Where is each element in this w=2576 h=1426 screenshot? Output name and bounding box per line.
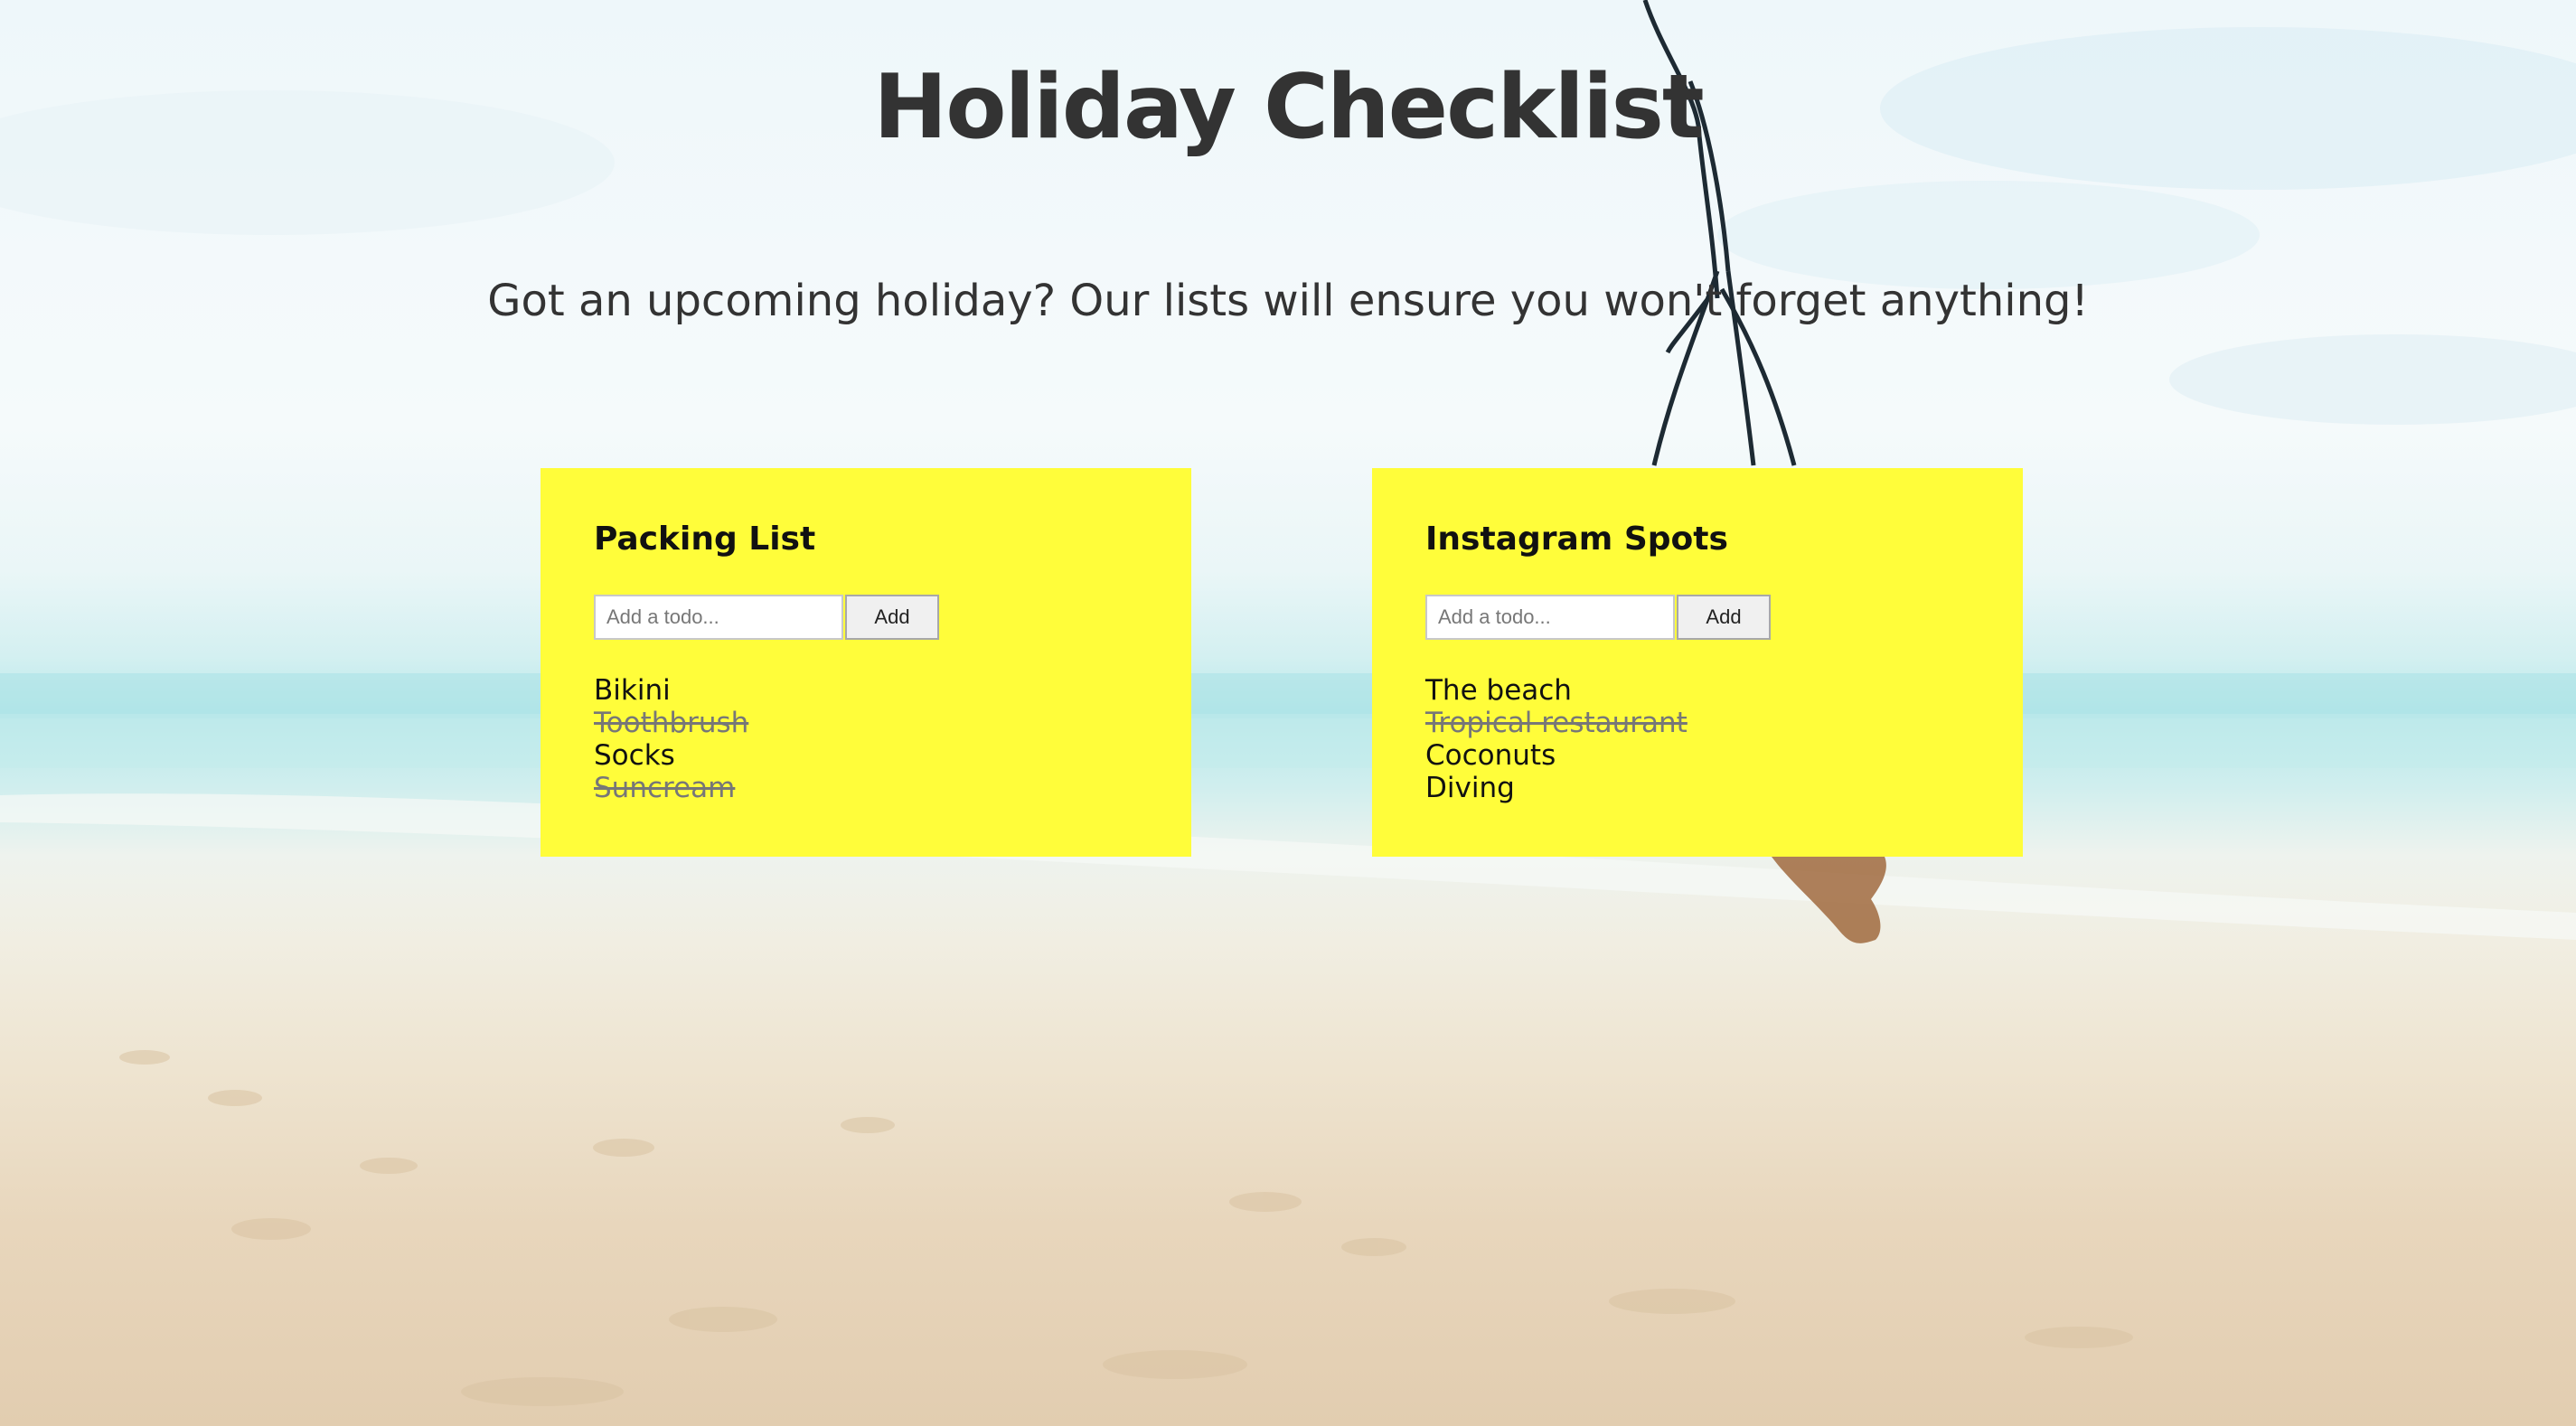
add-button[interactable]: Add (1677, 595, 1771, 640)
page: Holiday Checklist Got an upcoming holida… (0, 0, 2576, 1426)
todo-item-done[interactable]: Toothbrush (594, 707, 1138, 739)
list-title: Instagram Spots (1425, 521, 1728, 558)
todo-item[interactable]: The beach (1425, 674, 1970, 707)
todo-item[interactable]: Socks (594, 739, 1138, 772)
todo-list: Bikini Toothbrush Socks Suncream (594, 674, 1138, 804)
todo-item-done[interactable]: Tropical restaurant (1425, 707, 1970, 739)
add-todo-form: Add (594, 595, 1138, 640)
todo-input[interactable] (594, 595, 843, 640)
todo-list: The beach Tropical restaurant Coconuts D… (1425, 674, 1970, 804)
page-subtitle: Got an upcoming holiday? Our lists will … (487, 276, 2089, 326)
add-todo-form: Add (1425, 595, 1970, 640)
todo-item[interactable]: Bikini (594, 674, 1138, 707)
beach-background-image (0, 0, 2576, 1426)
list-title: Packing List (594, 521, 816, 558)
todo-input[interactable] (1425, 595, 1675, 640)
page-title: Holiday Checklist (873, 56, 1705, 159)
todo-item[interactable]: Coconuts (1425, 739, 1970, 772)
add-button[interactable]: Add (845, 595, 939, 640)
todo-item[interactable]: Diving (1425, 772, 1970, 804)
todo-item-done[interactable]: Suncream (594, 772, 1138, 804)
packing-list-card: Packing List Add Bikini Toothbrush Socks… (541, 468, 1191, 857)
instagram-spots-card: Instagram Spots Add The beach Tropical r… (1372, 468, 2023, 857)
